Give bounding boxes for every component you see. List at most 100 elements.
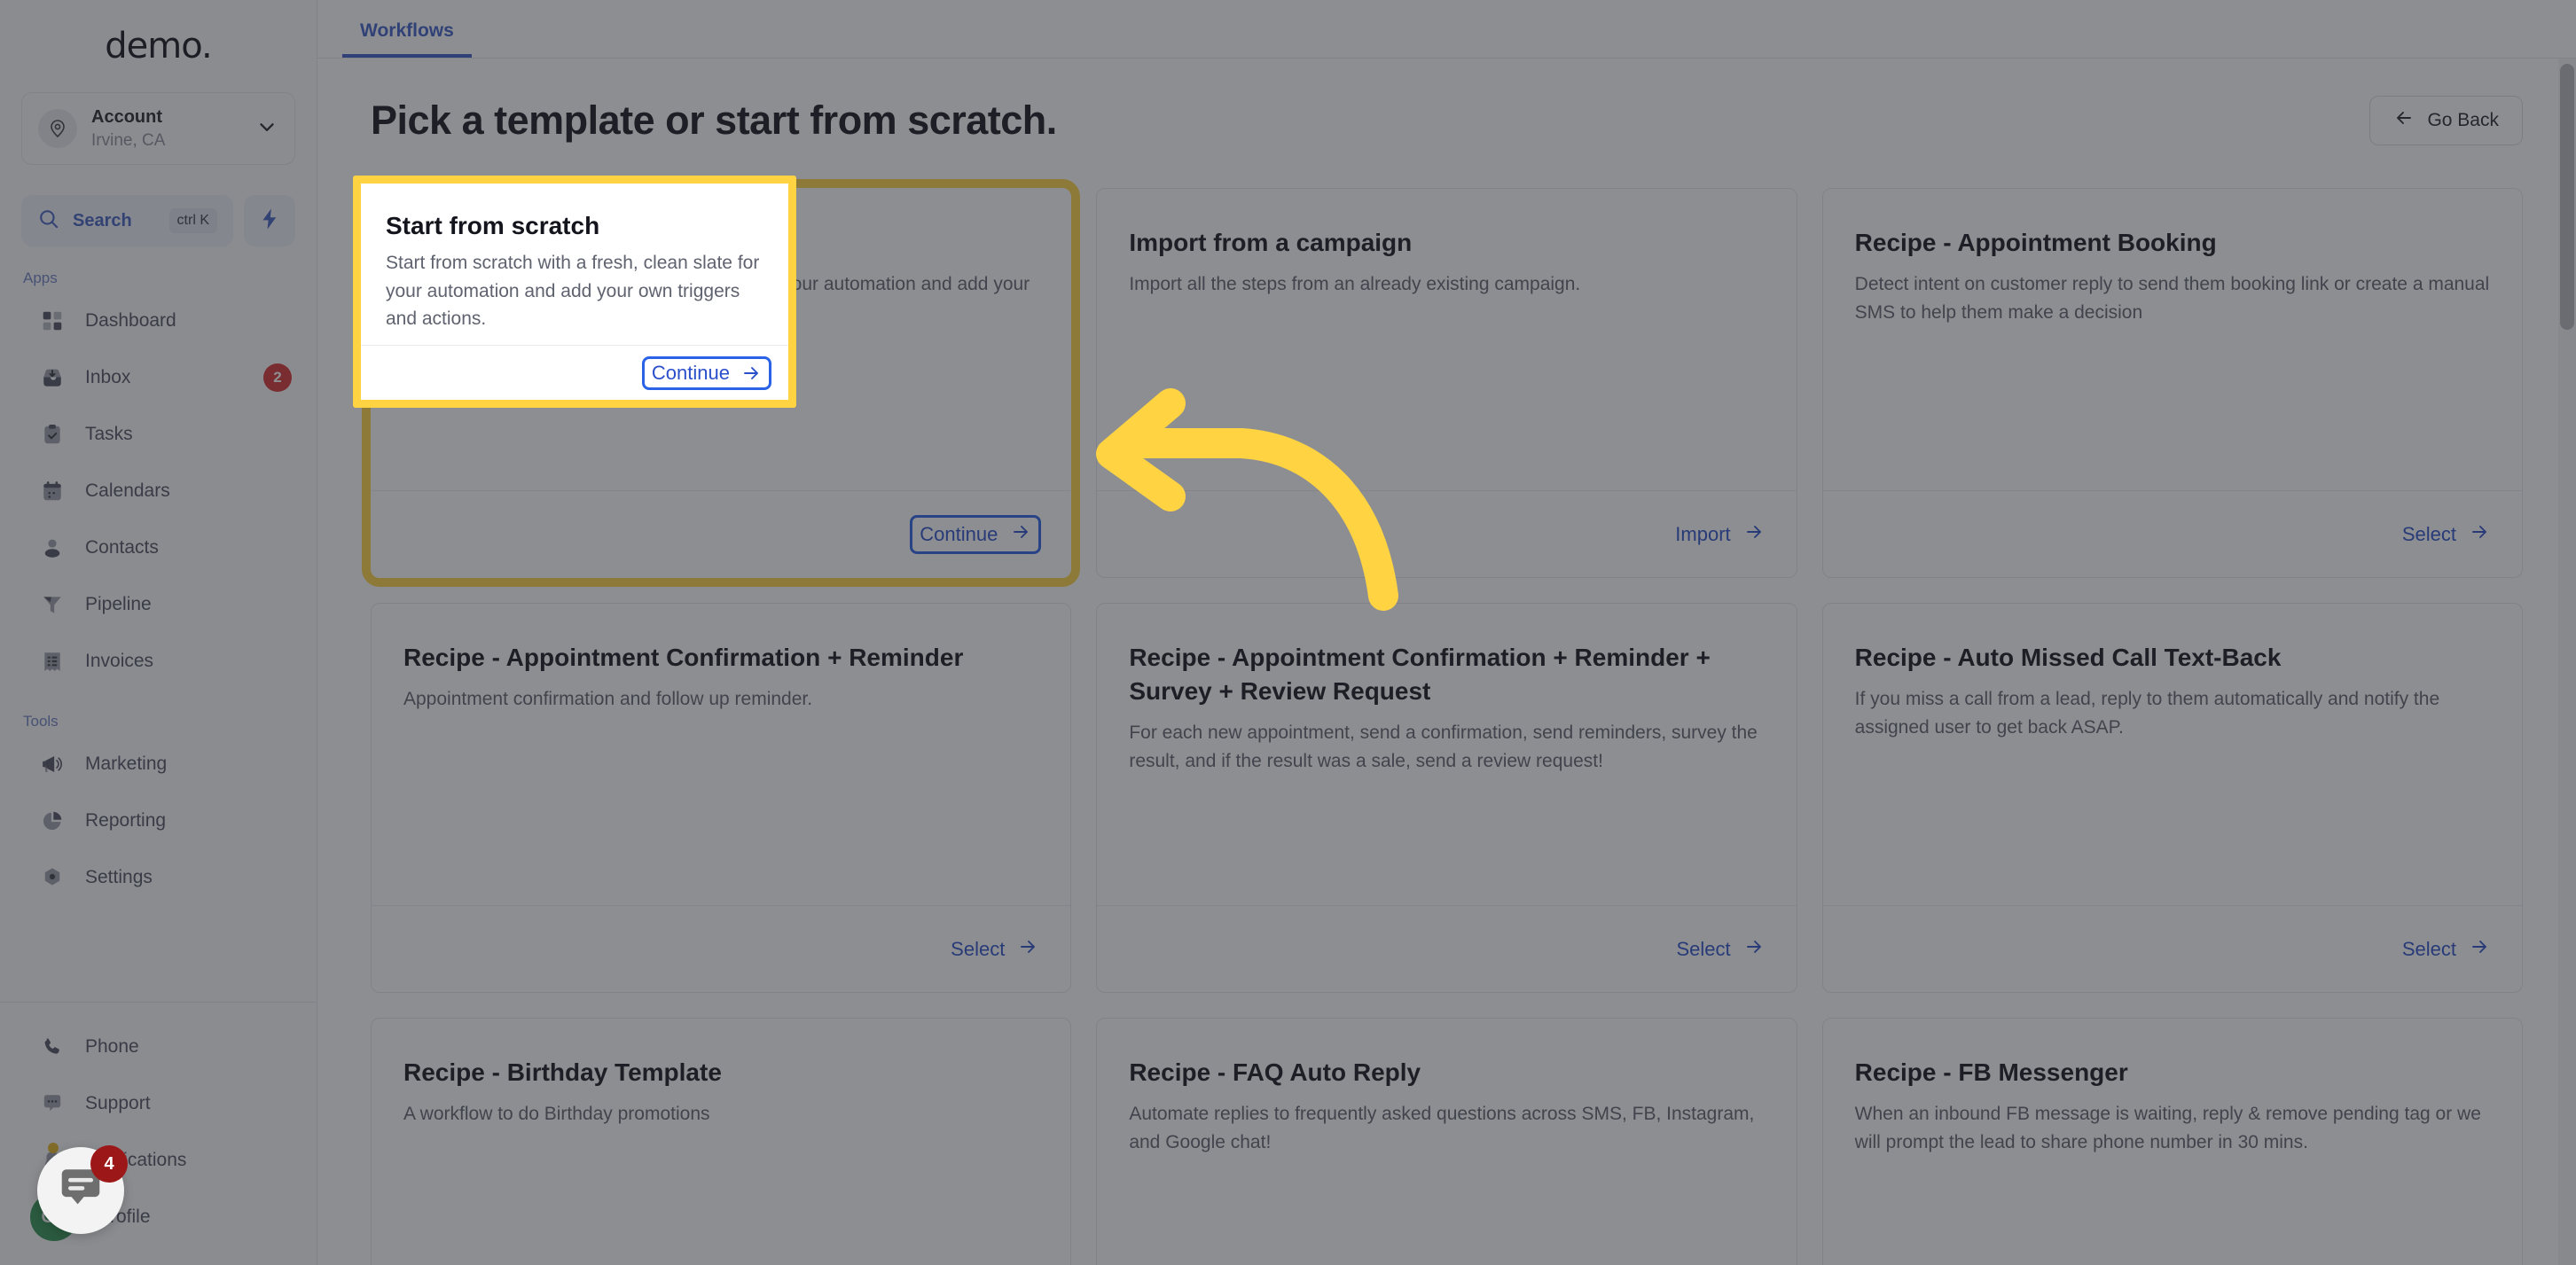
- card-description: Import all the steps from an already exi…: [1129, 273, 1581, 294]
- template-card-auto-missed-call-text-back[interactable]: Recipe - Auto Missed Call Text-Back If y…: [1821, 603, 2523, 993]
- search-row: Search ctrl K: [21, 195, 295, 246]
- vertical-scrollbar-thumb[interactable]: [2560, 64, 2574, 330]
- card-description: A workflow to do Birthday promotions: [403, 1103, 710, 1124]
- sidebar-item-inbox[interactable]: Inbox 2: [0, 349, 317, 406]
- phone-icon: [39, 1034, 66, 1060]
- template-card-grid: Start from scratch Start from scratch wi…: [361, 179, 2523, 1265]
- brand-dot: .: [201, 26, 213, 66]
- search-input[interactable]: Search ctrl K: [21, 195, 233, 246]
- sidebar-item-label: Inbox: [85, 367, 131, 387]
- account-name: Account: [91, 106, 162, 127]
- arrow-right-icon: [2469, 936, 2490, 963]
- template-card-appointment-confirmation-survey-review[interactable]: Recipe - Appointment Confirmation + Remi…: [1096, 603, 1797, 993]
- search-icon: [37, 207, 60, 235]
- search-label: Search: [73, 210, 132, 230]
- clipboard-check-icon: [39, 421, 66, 448]
- select-button[interactable]: Select: [951, 936, 1038, 963]
- main-area: Workflows Pick a template or start from …: [317, 0, 2576, 1265]
- lightning-bolt-icon: [257, 207, 282, 236]
- account-avatar: [38, 109, 77, 148]
- sidebar-item-phone[interactable]: Phone: [0, 1019, 317, 1075]
- card-footer: Continue: [372, 490, 1071, 577]
- funnel-icon: [39, 591, 66, 618]
- location-pin-icon: [51, 120, 65, 138]
- sidebar-item-dashboard[interactable]: Dashboard: [0, 293, 317, 349]
- sidebar-item-marketing[interactable]: Marketing: [0, 736, 317, 793]
- template-card-appointment-confirmation-reminder[interactable]: Recipe - Appointment Confirmation + Remi…: [371, 603, 1072, 993]
- card-description: Start from scratch with a fresh, clean s…: [403, 273, 1030, 323]
- sidebar-item-label: Pipeline: [85, 594, 152, 614]
- card-footer: Select: [1822, 905, 2522, 992]
- go-back-label: Go Back: [2427, 110, 2499, 130]
- sidebar-item-tasks[interactable]: Tasks: [0, 406, 317, 463]
- app-root: demo. Account Irvine, CA Search ctrl K A…: [0, 0, 2576, 1265]
- template-card-appointment-booking[interactable]: Recipe - Appointment Booking Detect inte…: [1821, 188, 2523, 578]
- card-title: Recipe - Appointment Confirmation + Remi…: [1129, 644, 1711, 705]
- sidebar-item-label: Phone: [85, 1036, 139, 1057]
- card-title: Recipe - Appointment Confirmation + Remi…: [403, 644, 964, 671]
- card-body: Recipe - Auto Missed Call Text-Back If y…: [1823, 604, 2522, 905]
- card-title: Recipe - Auto Missed Call Text-Back: [1854, 644, 2282, 671]
- invoice-icon: [39, 648, 66, 675]
- arrow-right-icon: [1017, 936, 1038, 963]
- brand-logo: demo.: [105, 26, 213, 66]
- template-card-start-from-scratch[interactable]: Start from scratch Start from scratch wi…: [361, 179, 1081, 587]
- continue-button[interactable]: Continue: [910, 514, 1042, 554]
- nav-section-label-tools: Tools: [23, 713, 59, 730]
- card-footer: Select: [1097, 905, 1797, 992]
- chat-widget-button[interactable]: 4: [37, 1145, 128, 1234]
- arrow-left-icon: [2393, 107, 2415, 134]
- sidebar-item-contacts[interactable]: Contacts: [0, 519, 317, 576]
- sidebar-item-reporting[interactable]: Reporting: [0, 793, 317, 849]
- status-badge: 2: [263, 363, 292, 392]
- account-switcher[interactable]: Account Irvine, CA: [21, 92, 295, 165]
- template-card-import-from-campaign[interactable]: Import from a campaign Import all the st…: [1096, 188, 1797, 578]
- select-button[interactable]: Select: [2402, 936, 2490, 963]
- select-button[interactable]: Select: [1677, 936, 1765, 963]
- card-title: Recipe - Birthday Template: [403, 1058, 722, 1086]
- sidebar-item-invoices[interactable]: Invoices: [0, 633, 317, 690]
- card-action-label: Import: [1675, 522, 1731, 545]
- import-button[interactable]: Import: [1675, 521, 1764, 548]
- tab-workflows[interactable]: Workflows: [342, 20, 472, 58]
- sidebar-item-label: Dashboard: [85, 310, 176, 331]
- template-card-fb-messenger[interactable]: Recipe - FB Messenger When an inbound FB…: [1821, 1018, 2523, 1265]
- select-button[interactable]: Select: [2402, 521, 2490, 548]
- card-body: Recipe - Appointment Confirmation + Remi…: [1097, 604, 1796, 905]
- gear-icon: [39, 864, 66, 891]
- arrow-right-icon: [1743, 936, 1765, 963]
- pie-chart-icon: [39, 808, 66, 834]
- brand-row: demo.: [0, 0, 340, 92]
- account-location: Irvine, CA: [91, 130, 166, 150]
- sidebar-bottom: Phone Support Notifications Profile: [0, 1002, 317, 1265]
- arrow-right-icon: [1743, 521, 1765, 548]
- sidebar-item-settings[interactable]: Settings: [0, 849, 317, 906]
- template-card-birthday-template[interactable]: Recipe - Birthday Template A workflow to…: [371, 1018, 1072, 1265]
- card-description: Detect intent on customer reply to send …: [1854, 273, 2490, 323]
- account-text: Account Irvine, CA: [91, 106, 241, 152]
- brand-name: demo: [105, 26, 202, 66]
- card-body: Recipe - FB Messenger When an inbound FB…: [1823, 1019, 2522, 1265]
- template-card-faq-auto-reply[interactable]: Recipe - FAQ Auto Reply Automate replies…: [1096, 1018, 1797, 1265]
- notification-dot: [48, 1143, 59, 1153]
- card-action-label: Select: [2401, 937, 2456, 960]
- card-body: Recipe - Birthday Template A workflow to…: [372, 1019, 1070, 1265]
- card-description: If you miss a call from a lead, reply to…: [1854, 688, 2440, 738]
- go-back-button[interactable]: Go Back: [2369, 96, 2523, 145]
- sidebar-item-label: Tasks: [85, 424, 133, 444]
- page-header: Pick a template or start from scratch. G…: [371, 96, 2523, 145]
- sidebar-item-label: Contacts: [85, 537, 159, 558]
- sidebar-item-pipeline[interactable]: Pipeline: [0, 576, 317, 633]
- card-action-label: Select: [951, 937, 1006, 960]
- card-action-label: Continue: [920, 522, 998, 545]
- nav-list-apps: Dashboard Inbox 2 Tasks Calendars Contac…: [0, 293, 317, 690]
- sidebar-item-calendars[interactable]: Calendars: [0, 463, 317, 519]
- card-body: Start from scratch Start from scratch wi…: [372, 189, 1070, 490]
- card-title: Recipe - FB Messenger: [1854, 1058, 2128, 1086]
- card-footer: Select: [1822, 490, 2522, 577]
- quick-actions-button[interactable]: [244, 195, 295, 246]
- sidebar-item-support[interactable]: Support: [0, 1075, 317, 1132]
- page-title: Pick a template or start from scratch.: [371, 98, 1057, 143]
- nav-list-tools: Marketing Reporting Settings: [0, 736, 317, 906]
